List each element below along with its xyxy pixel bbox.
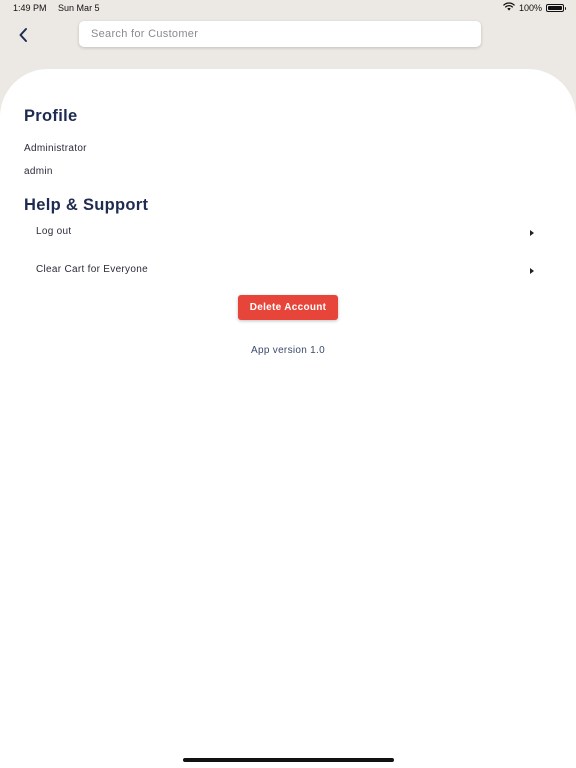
username: admin <box>24 166 53 177</box>
battery-percent: 100% <box>518 2 542 13</box>
wifi-icon <box>503 2 515 13</box>
delete-account-button[interactable]: Delete Account <box>238 295 338 320</box>
profile-content-card: Profile Administrator admin Help & Suppo… <box>0 69 576 768</box>
back-button[interactable] <box>12 26 34 48</box>
status-bar: 1:49 PM Sun Mar 5 100% <box>0 0 576 16</box>
app-version-text: App version 1.0 <box>251 345 325 356</box>
battery-icon <box>546 3 566 12</box>
clear-cart-label: Clear Cart for Everyone <box>36 264 148 275</box>
status-time-date: 1:49 PM Sun Mar 5 <box>13 3 100 13</box>
logout-row[interactable]: Log out <box>24 221 542 245</box>
home-indicator <box>183 758 394 762</box>
profile-section-title: Profile <box>24 107 78 125</box>
caret-right-icon <box>530 230 534 236</box>
status-time: 1:49 PM <box>13 3 47 13</box>
user-role: Administrator <box>24 143 87 154</box>
status-indicators: 100% <box>503 2 566 13</box>
search-customer-input[interactable] <box>79 21 481 47</box>
status-date: Sun Mar 5 <box>58 3 100 13</box>
caret-right-icon <box>530 268 534 274</box>
clear-cart-row[interactable]: Clear Cart for Everyone <box>24 259 542 283</box>
help-support-section-title: Help & Support <box>24 196 149 214</box>
chevron-left-icon <box>17 27 29 48</box>
logout-label: Log out <box>36 226 72 237</box>
